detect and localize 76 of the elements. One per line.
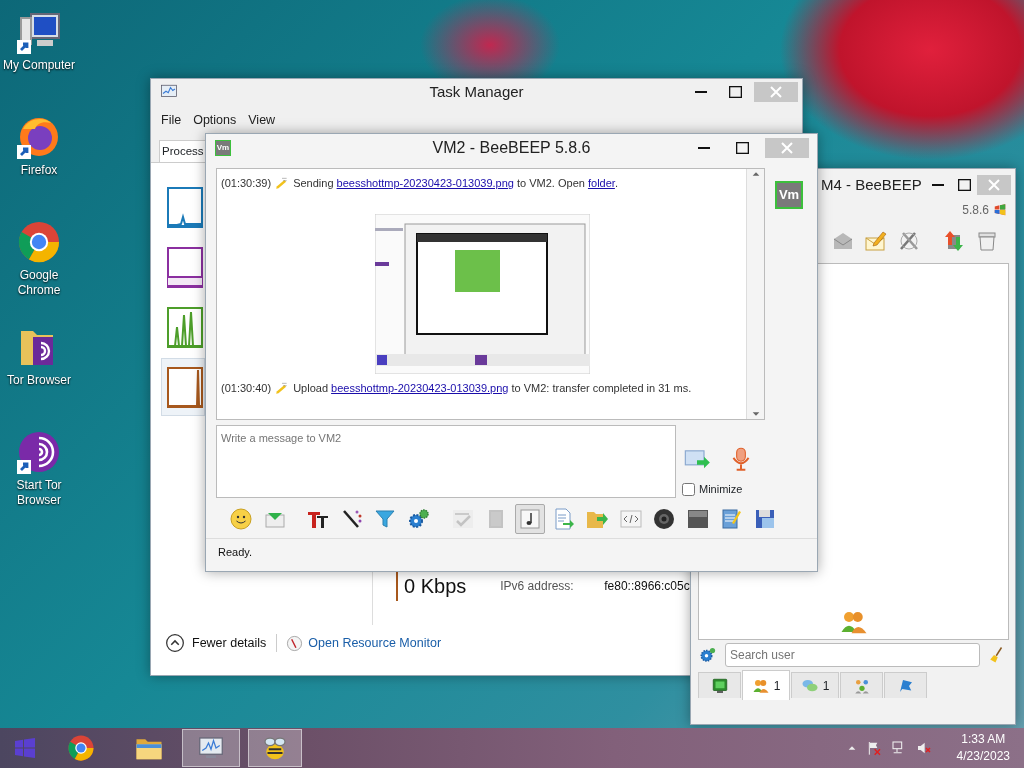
close-icon <box>781 141 793 154</box>
clock-time[interactable]: 1:33 AM <box>956 731 1010 748</box>
window-title: M4 - BeeBEEP <box>821 174 922 195</box>
resource-monitor-link[interactable]: Open Resource Monitor <box>308 633 442 653</box>
gears-icon[interactable] <box>699 646 717 664</box>
close-icon <box>988 179 1000 191</box>
graph-item[interactable] <box>161 358 205 416</box>
code-icon <box>618 507 643 531</box>
message-text: Sending beesshottmp-20230423-013039.png to VM2. Open folder. <box>293 176 618 191</box>
desktop-icon-label[interactable]: Firefox <box>1 163 77 178</box>
monitor-icon <box>710 676 729 695</box>
speaker-muted-icon[interactable] <box>915 740 932 756</box>
menu-item[interactable]: View <box>242 109 282 132</box>
funnel-icon <box>373 507 398 531</box>
panel-tab[interactable] <box>698 672 741 698</box>
window-title: Task Manager <box>429 81 524 102</box>
windows-flag-icon <box>993 203 1007 217</box>
pencil-icon <box>275 176 290 191</box>
minimize-icon <box>695 91 707 93</box>
ipv6-value: fe80::8966:c05c <box>604 578 690 595</box>
pencil-icon <box>275 380 290 395</box>
user-avatar: Vm <box>775 181 803 209</box>
tab[interactable]: Process <box>159 139 207 162</box>
menu-item[interactable]: File <box>155 109 188 132</box>
gauge-icon[interactable] <box>286 634 304 652</box>
desktop-icon-label[interactable]: Google Chrome <box>1 268 77 298</box>
desktop-icon-label[interactable]: Start Tor Browser <box>1 478 77 508</box>
windows-logo-icon <box>13 736 37 760</box>
fewer-details-link[interactable]: Fewer details <box>192 633 267 653</box>
message-time: (01:30:39) <box>221 176 272 191</box>
search-field[interactable]: Search user <box>725 643 980 667</box>
taskbar-app-button[interactable] <box>182 729 240 767</box>
panel-tab[interactable]: 1 <box>742 670 790 700</box>
file-link[interactable]: beesshottmp-20230423-013039.png <box>336 177 514 189</box>
panel-tab[interactable]: 1 <box>791 672 839 698</box>
close-icon <box>770 86 782 98</box>
message-time: (01:30:40) <box>221 380 272 396</box>
window-title: VM2 - BeeBEEP 5.8.6 <box>432 137 591 158</box>
file-link[interactable]: folder <box>587 177 615 189</box>
message-text: Upload beesshottmp-20230423-013039.png to VM2: transfer completed in 31 ms. <box>293 380 692 396</box>
menu-item[interactable]: Options <box>187 109 243 132</box>
status-text: Ready. <box>206 538 817 564</box>
desktop-icon-label[interactable]: Tor Browser <box>1 373 77 388</box>
tools-icon[interactable] <box>897 229 921 253</box>
notepad-icon <box>719 507 744 531</box>
scrollbar[interactable] <box>746 169 764 419</box>
tab-count: 1 <box>773 677 781 695</box>
file-link[interactable]: beesshottmp-20230423-013039.png <box>331 381 509 394</box>
version-label: 5.8.6 <box>962 202 989 219</box>
spellcheck-icon <box>450 507 475 531</box>
minimize-icon <box>932 184 944 186</box>
maximize-icon <box>957 179 971 191</box>
clock-date[interactable]: 4/23/2023 <box>956 748 1010 765</box>
avatar-icon: Vm <box>215 139 231 156</box>
chevron-up-icon[interactable] <box>165 633 185 653</box>
envelope-pencil-icon[interactable] <box>864 229 888 253</box>
minimize-checkbox[interactable] <box>682 482 695 496</box>
panel-tab[interactable] <box>884 672 927 698</box>
message-field[interactable]: Write a message to VM2 <box>216 425 676 498</box>
transfer-icon[interactable] <box>942 229 966 253</box>
music-note-icon <box>517 507 542 531</box>
minimize-icon <box>698 146 710 149</box>
desktop-icon-label[interactable]: My Computer <box>1 58 77 73</box>
gears-icon <box>406 507 431 531</box>
smiley-icon <box>229 507 253 531</box>
taskbar-app-button[interactable] <box>248 729 302 767</box>
camera-icon <box>652 507 677 531</box>
maximize-icon <box>728 86 742 98</box>
screen-icon <box>685 507 710 531</box>
maximize-icon <box>735 141 749 154</box>
trash-icon[interactable] <box>975 229 999 253</box>
chrome-icon <box>66 733 96 763</box>
checkbox-label[interactable]: Minimize <box>699 481 743 498</box>
music-note-button[interactable] <box>514 504 545 534</box>
tab-count: 1 <box>822 677 830 695</box>
ipv6-label: IPv6 address: <box>500 578 575 595</box>
